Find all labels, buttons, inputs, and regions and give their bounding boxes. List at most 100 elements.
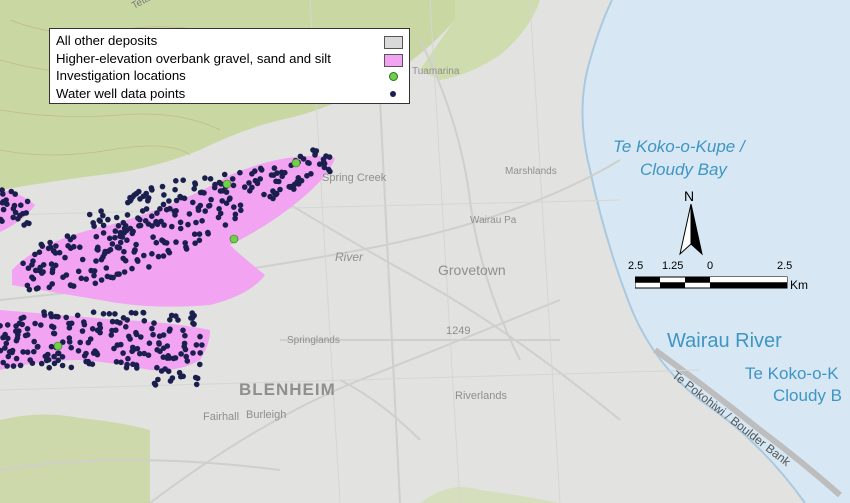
water-well-point xyxy=(170,355,177,362)
water-well-point xyxy=(79,328,86,334)
water-well-point xyxy=(178,351,184,357)
water-well-point xyxy=(10,214,16,221)
water-well-point xyxy=(201,190,207,196)
water-well-point xyxy=(277,186,283,193)
water-well-point xyxy=(160,354,167,361)
water-well-point xyxy=(167,326,173,333)
water-well-point xyxy=(111,345,117,352)
water-well-point xyxy=(12,191,18,197)
water-well-point xyxy=(197,350,203,356)
water-well-point xyxy=(77,339,83,346)
water-well-point xyxy=(169,223,175,230)
water-well-point xyxy=(279,173,286,180)
water-well-point xyxy=(164,343,171,349)
water-well-point xyxy=(146,264,152,270)
road-number-label: 1249 xyxy=(446,325,471,337)
water-well-point xyxy=(100,230,107,236)
water-well-point xyxy=(159,183,166,190)
scale-bar-graphic xyxy=(635,276,788,289)
investigation-point xyxy=(229,234,239,244)
water-well-point xyxy=(50,248,57,254)
riverlands-label: Riverlands xyxy=(455,390,507,402)
water-well-point xyxy=(135,258,141,264)
pink-box-swatch xyxy=(384,54,403,67)
water-well-point xyxy=(120,315,127,321)
water-well-point xyxy=(79,256,86,263)
bay-label-line2: Cloudy Bay xyxy=(640,160,727,179)
water-well-point xyxy=(112,311,118,317)
bay-repeat-line2: Cloudy B xyxy=(773,386,842,405)
grey-box-swatch xyxy=(384,36,403,49)
water-well-point xyxy=(120,350,126,356)
water-well-point xyxy=(32,320,38,327)
legend-item-wells: Water well data points xyxy=(56,85,185,103)
water-well-point xyxy=(161,239,168,246)
water-well-point xyxy=(18,202,24,208)
water-well-point xyxy=(49,323,55,330)
water-well-point xyxy=(199,218,205,224)
water-well-point xyxy=(4,322,11,328)
water-well-point xyxy=(89,361,96,368)
water-well-point xyxy=(223,189,230,195)
water-well-point xyxy=(125,199,131,206)
water-well-point xyxy=(173,208,179,214)
water-well-point xyxy=(160,201,167,208)
water-well-point xyxy=(48,311,54,317)
water-well-point xyxy=(217,188,224,194)
water-well-point xyxy=(143,206,150,212)
water-well-point xyxy=(154,221,161,228)
water-well-point xyxy=(125,355,131,362)
water-well-point xyxy=(38,241,45,248)
water-well-point xyxy=(219,198,225,204)
legend-item-overbank: Higher-elevation overbank gravel, sand a… xyxy=(56,50,331,68)
water-well-point xyxy=(49,281,55,287)
water-well-point xyxy=(304,173,310,179)
water-well-point xyxy=(91,223,97,229)
water-well-point xyxy=(183,353,189,360)
water-well-point xyxy=(257,176,264,182)
water-well-point xyxy=(237,169,243,176)
water-well-point xyxy=(16,320,23,327)
water-well-point xyxy=(93,258,99,264)
water-well-point xyxy=(63,272,70,278)
water-well-point xyxy=(91,272,97,279)
hill-terrain-south xyxy=(0,414,150,503)
water-well-point xyxy=(231,204,237,210)
water-well-point xyxy=(150,234,156,240)
scale-tick-label: 2.5 xyxy=(628,260,644,272)
water-well-point xyxy=(51,330,58,337)
water-well-point xyxy=(181,340,188,347)
water-well-point xyxy=(229,176,236,182)
map-legend: All other deposits Higher-elevation over… xyxy=(49,28,410,104)
water-well-point xyxy=(129,265,135,272)
water-well-point xyxy=(126,333,132,340)
water-well-point xyxy=(127,194,133,201)
water-well-point xyxy=(108,274,114,281)
water-well-point xyxy=(182,332,188,339)
water-well-point xyxy=(137,196,143,202)
water-well-point xyxy=(24,349,31,356)
water-well-point xyxy=(136,223,142,229)
water-well-point xyxy=(20,210,26,217)
water-well-point xyxy=(10,363,17,369)
water-well-point xyxy=(86,211,93,218)
water-well-point xyxy=(148,185,155,191)
water-well-point xyxy=(31,338,37,345)
water-well-point xyxy=(149,251,155,257)
tuamarina-label: Tuamarina xyxy=(412,66,460,77)
water-well-point xyxy=(191,231,198,237)
green-dot-symbol xyxy=(389,72,398,81)
water-well-point xyxy=(297,153,304,160)
grovetown-label: Grovetown xyxy=(438,262,506,278)
legend-label: Water well data points xyxy=(56,86,186,101)
water-well-point xyxy=(191,312,197,319)
water-well-point xyxy=(68,364,75,371)
water-well-point xyxy=(21,222,27,228)
water-well-point xyxy=(222,222,229,228)
water-well-point xyxy=(36,249,43,255)
water-well-point xyxy=(136,188,142,195)
water-well-point xyxy=(0,359,6,366)
fairhall-label: Fairhall xyxy=(203,411,240,423)
water-well-point xyxy=(107,246,114,253)
water-well-point xyxy=(160,332,167,338)
